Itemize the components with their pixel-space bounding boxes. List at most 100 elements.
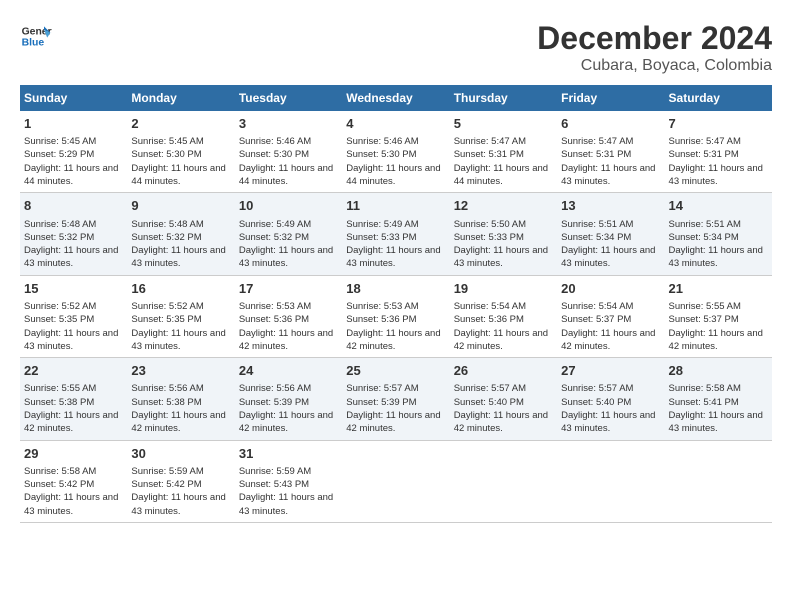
daylight-label: Daylight: 11 hours and 43 minutes. <box>454 245 548 269</box>
calendar-week-1: 1 Sunrise: 5:45 AM Sunset: 5:29 PM Dayli… <box>20 111 772 193</box>
calendar-table: Sunday Monday Tuesday Wednesday Thursday… <box>20 85 772 523</box>
sunset-label: Sunset: 5:36 PM <box>346 314 416 325</box>
table-row: 18 Sunrise: 5:53 AM Sunset: 5:36 PM Dayl… <box>342 275 449 357</box>
daylight-label: Daylight: 11 hours and 43 minutes. <box>131 328 225 352</box>
table-row: 1 Sunrise: 5:45 AM Sunset: 5:29 PM Dayli… <box>20 111 127 193</box>
daylight-label: Daylight: 11 hours and 43 minutes. <box>239 492 333 516</box>
table-row: 19 Sunrise: 5:54 AM Sunset: 5:36 PM Dayl… <box>450 275 557 357</box>
table-row <box>450 440 557 522</box>
table-row: 25 Sunrise: 5:57 AM Sunset: 5:39 PM Dayl… <box>342 358 449 440</box>
table-row <box>342 440 449 522</box>
daylight-label: Daylight: 11 hours and 43 minutes. <box>24 245 118 269</box>
sunset-label: Sunset: 5:30 PM <box>131 149 201 160</box>
sunset-label: Sunset: 5:42 PM <box>131 479 201 490</box>
table-row: 26 Sunrise: 5:57 AM Sunset: 5:40 PM Dayl… <box>450 358 557 440</box>
sunrise-label: Sunrise: 5:58 AM <box>24 466 96 477</box>
col-sunday: Sunday <box>20 85 127 111</box>
sunset-label: Sunset: 5:37 PM <box>669 314 739 325</box>
calendar-week-5: 29 Sunrise: 5:58 AM Sunset: 5:42 PM Dayl… <box>20 440 772 522</box>
logo-icon: General Blue <box>20 20 52 52</box>
table-row: 6 Sunrise: 5:47 AM Sunset: 5:31 PM Dayli… <box>557 111 664 193</box>
sunset-label: Sunset: 5:32 PM <box>24 232 94 243</box>
table-row: 30 Sunrise: 5:59 AM Sunset: 5:42 PM Dayl… <box>127 440 234 522</box>
daylight-label: Daylight: 11 hours and 44 minutes. <box>131 163 225 187</box>
sunrise-label: Sunrise: 5:58 AM <box>669 383 741 394</box>
table-row: 8 Sunrise: 5:48 AM Sunset: 5:32 PM Dayli… <box>20 193 127 275</box>
sunset-label: Sunset: 5:37 PM <box>561 314 631 325</box>
day-number: 16 <box>131 280 230 298</box>
daylight-label: Daylight: 11 hours and 42 minutes. <box>239 328 333 352</box>
day-number: 29 <box>24 445 123 463</box>
table-row: 15 Sunrise: 5:52 AM Sunset: 5:35 PM Dayl… <box>20 275 127 357</box>
sunset-label: Sunset: 5:40 PM <box>561 397 631 408</box>
sunrise-label: Sunrise: 5:59 AM <box>131 466 203 477</box>
sunrise-label: Sunrise: 5:53 AM <box>239 301 311 312</box>
daylight-label: Daylight: 11 hours and 42 minutes. <box>131 410 225 434</box>
day-number: 21 <box>669 280 768 298</box>
sunrise-label: Sunrise: 5:49 AM <box>239 219 311 230</box>
day-number: 24 <box>239 362 338 380</box>
sunrise-label: Sunrise: 5:52 AM <box>131 301 203 312</box>
table-row: 17 Sunrise: 5:53 AM Sunset: 5:36 PM Dayl… <box>235 275 342 357</box>
day-number: 19 <box>454 280 553 298</box>
sunset-label: Sunset: 5:43 PM <box>239 479 309 490</box>
daylight-label: Daylight: 11 hours and 43 minutes. <box>561 245 655 269</box>
col-thursday: Thursday <box>450 85 557 111</box>
sunrise-label: Sunrise: 5:54 AM <box>561 301 633 312</box>
daylight-label: Daylight: 11 hours and 42 minutes. <box>669 328 763 352</box>
daylight-label: Daylight: 11 hours and 43 minutes. <box>346 245 440 269</box>
day-number: 17 <box>239 280 338 298</box>
sunrise-label: Sunrise: 5:56 AM <box>239 383 311 394</box>
sunset-label: Sunset: 5:35 PM <box>131 314 201 325</box>
svg-text:Blue: Blue <box>22 38 45 49</box>
day-number: 7 <box>669 115 768 133</box>
day-number: 2 <box>131 115 230 133</box>
daylight-label: Daylight: 11 hours and 42 minutes. <box>454 410 548 434</box>
table-row: 28 Sunrise: 5:58 AM Sunset: 5:41 PM Dayl… <box>665 358 772 440</box>
calendar-week-4: 22 Sunrise: 5:55 AM Sunset: 5:38 PM Dayl… <box>20 358 772 440</box>
day-number: 12 <box>454 197 553 215</box>
sunrise-label: Sunrise: 5:47 AM <box>454 136 526 147</box>
table-row: 2 Sunrise: 5:45 AM Sunset: 5:30 PM Dayli… <box>127 111 234 193</box>
sunset-label: Sunset: 5:33 PM <box>346 232 416 243</box>
day-number: 26 <box>454 362 553 380</box>
day-number: 20 <box>561 280 660 298</box>
sunrise-label: Sunrise: 5:47 AM <box>561 136 633 147</box>
table-row: 14 Sunrise: 5:51 AM Sunset: 5:34 PM Dayl… <box>665 193 772 275</box>
sunrise-label: Sunrise: 5:55 AM <box>24 383 96 394</box>
page-title: December 2024 <box>537 20 772 57</box>
sunset-label: Sunset: 5:34 PM <box>561 232 631 243</box>
sunrise-label: Sunrise: 5:57 AM <box>454 383 526 394</box>
day-number: 3 <box>239 115 338 133</box>
sunset-label: Sunset: 5:38 PM <box>24 397 94 408</box>
day-number: 27 <box>561 362 660 380</box>
table-row: 11 Sunrise: 5:49 AM Sunset: 5:33 PM Dayl… <box>342 193 449 275</box>
sunrise-label: Sunrise: 5:45 AM <box>24 136 96 147</box>
sunset-label: Sunset: 5:33 PM <box>454 232 524 243</box>
table-row: 20 Sunrise: 5:54 AM Sunset: 5:37 PM Dayl… <box>557 275 664 357</box>
daylight-label: Daylight: 11 hours and 44 minutes. <box>24 163 118 187</box>
table-row: 23 Sunrise: 5:56 AM Sunset: 5:38 PM Dayl… <box>127 358 234 440</box>
sunrise-label: Sunrise: 5:49 AM <box>346 219 418 230</box>
sunrise-label: Sunrise: 5:48 AM <box>131 219 203 230</box>
daylight-label: Daylight: 11 hours and 42 minutes. <box>24 410 118 434</box>
table-row: 3 Sunrise: 5:46 AM Sunset: 5:30 PM Dayli… <box>235 111 342 193</box>
sunset-label: Sunset: 5:30 PM <box>239 149 309 160</box>
daylight-label: Daylight: 11 hours and 42 minutes. <box>346 410 440 434</box>
day-number: 25 <box>346 362 445 380</box>
sunrise-label: Sunrise: 5:46 AM <box>239 136 311 147</box>
daylight-label: Daylight: 11 hours and 42 minutes. <box>239 410 333 434</box>
daylight-label: Daylight: 11 hours and 44 minutes. <box>346 163 440 187</box>
sunrise-label: Sunrise: 5:51 AM <box>669 219 741 230</box>
day-number: 22 <box>24 362 123 380</box>
day-number: 11 <box>346 197 445 215</box>
day-number: 4 <box>346 115 445 133</box>
table-row: 5 Sunrise: 5:47 AM Sunset: 5:31 PM Dayli… <box>450 111 557 193</box>
sunrise-label: Sunrise: 5:50 AM <box>454 219 526 230</box>
daylight-label: Daylight: 11 hours and 43 minutes. <box>239 245 333 269</box>
sunset-label: Sunset: 5:29 PM <box>24 149 94 160</box>
sunset-label: Sunset: 5:38 PM <box>131 397 201 408</box>
daylight-label: Daylight: 11 hours and 43 minutes. <box>669 163 763 187</box>
col-wednesday: Wednesday <box>342 85 449 111</box>
table-row: 12 Sunrise: 5:50 AM Sunset: 5:33 PM Dayl… <box>450 193 557 275</box>
